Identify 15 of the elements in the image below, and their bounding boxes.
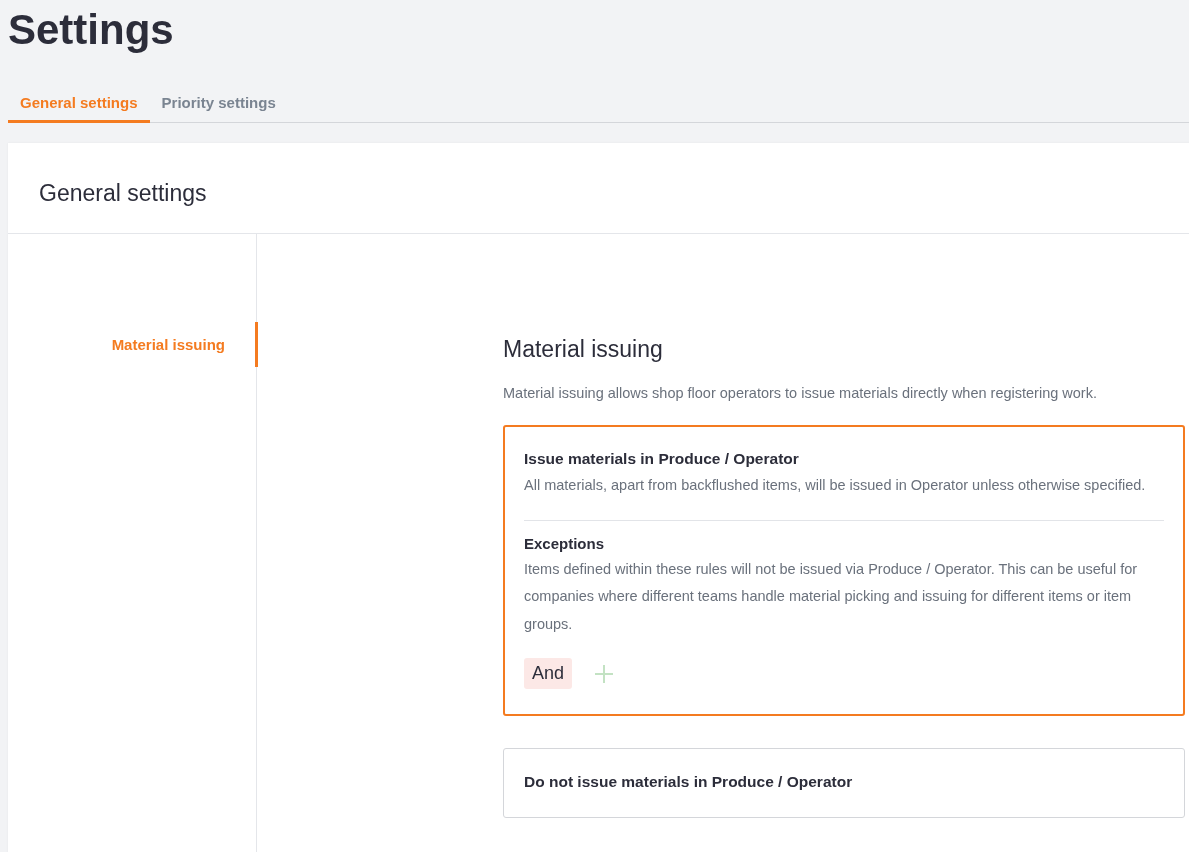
option-title: Issue materials in Produce / Operator [524, 450, 800, 468]
option-description: All materials, apart from backflushed items, will be issued in Operator unless otherwise specified. [524, 476, 1147, 495]
option-card[interactable] [503, 425, 1185, 716]
section-description: Material issuing allows shop floor operators to issue materials directly when registering work. [503, 385, 1098, 401]
exceptions-title: Exceptions [524, 534, 606, 552]
option-title: Do not issue materials in Produce / Operator [524, 773, 854, 791]
tab[interactable]: Priority settings [149, 84, 288, 123]
and-operator-chip[interactable]: And [524, 658, 573, 689]
exceptions-description: Items defined within these rules will not be issued via Produce / Operator. This can be useful for companies where different teams handle material picking and issuing for different items or item groups. [524, 559, 1139, 634]
nav-item[interactable]: Material issuing [8, 322, 258, 367]
section-title: Material issuing [503, 336, 664, 363]
option-card[interactable]: Do not issue materials in Produce / Operator [503, 748, 1185, 818]
panel-title: General settings [39, 179, 207, 207]
page-title: Settings [8, 5, 175, 54]
tab[interactable]: General settings [8, 84, 150, 123]
